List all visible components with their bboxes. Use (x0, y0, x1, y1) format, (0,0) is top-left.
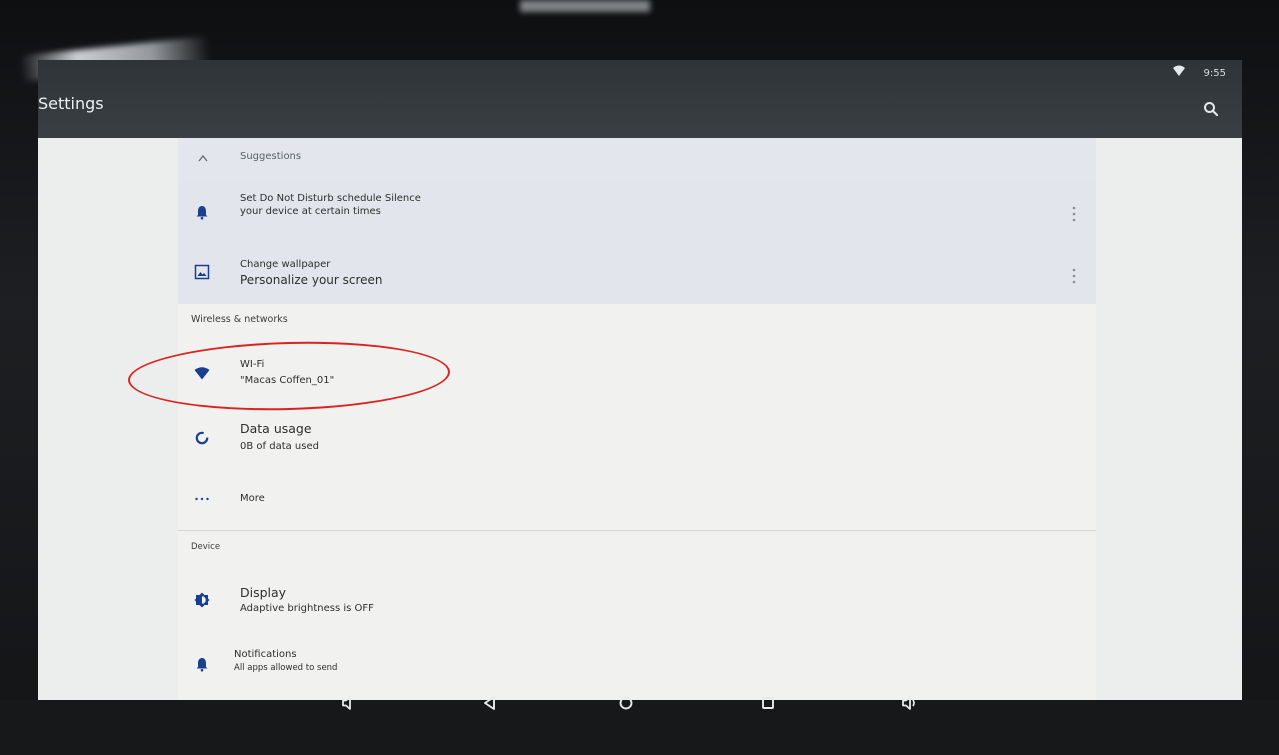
section-divider (178, 530, 1096, 531)
app-bar: 9:55 Settings (38, 60, 1242, 138)
search-icon[interactable] (1202, 100, 1220, 118)
overflow-menu-icon[interactable] (1072, 268, 1076, 284)
suggestion-wallpaper-title: Change wallpaper (240, 259, 331, 270)
screen-glare-top (520, 0, 650, 12)
suggestions-card: Set Do Not Disturb schedule Silence your… (178, 182, 1096, 304)
section-wireless-networks: Wireless & networks (191, 314, 288, 325)
setting-display-subtitle: Adaptive brightness is OFF (240, 603, 374, 614)
page-title: Settings (38, 94, 104, 113)
suggestion-wallpaper[interactable]: Change wallpaper Personalize your screen (178, 244, 1096, 304)
volume-down-icon[interactable] (339, 694, 357, 712)
chevron-up-icon (198, 154, 208, 162)
suggestion-dnd-line1: Set Do Not Disturb schedule Silence (240, 193, 421, 204)
setting-data-usage[interactable]: Data usage 0B of data used (178, 410, 1096, 466)
suggestions-label: Suggestions (240, 151, 302, 162)
bell-icon (196, 206, 208, 220)
setting-notifications-subtitle: All apps allowed to send (234, 663, 338, 673)
setting-display[interactable]: Display Adaptive brightness is OFF (178, 570, 1096, 628)
setting-data-usage-subtitle: 0B of data used (240, 441, 319, 452)
settings-content: Suggestions Set Do Not Disturb schedule … (38, 138, 1242, 700)
suggestion-dnd[interactable]: Set Do Not Disturb schedule Silence your… (178, 182, 1096, 244)
home-icon[interactable] (617, 694, 635, 712)
wallpaper-icon (194, 264, 210, 280)
brightness-icon (194, 592, 210, 608)
more-dots-icon (195, 497, 209, 501)
bell-icon (196, 658, 208, 672)
wifi-icon (1173, 65, 1185, 76)
suggestion-dnd-line2: your device at certain times (240, 206, 381, 217)
section-device: Device (191, 542, 221, 552)
suggestion-wallpaper-subtitle: Personalize your screen (240, 273, 383, 287)
suggestions-header[interactable]: Suggestions (178, 138, 1096, 182)
data-usage-icon (195, 431, 209, 445)
setting-display-title: Display (240, 585, 287, 600)
overflow-menu-icon[interactable] (1072, 206, 1076, 222)
back-icon[interactable] (481, 694, 499, 712)
status-time: 9:55 (1203, 68, 1226, 79)
setting-data-usage-title: Data usage (240, 421, 312, 436)
setting-notifications[interactable]: Notifications All apps allowed to send (178, 638, 1096, 688)
recents-icon[interactable] (759, 694, 777, 712)
setting-more[interactable]: More (178, 474, 1096, 524)
setting-more-title: More (240, 493, 265, 504)
volume-up-icon[interactable] (900, 694, 922, 712)
navigation-bar (0, 700, 1279, 755)
setting-notifications-title: Notifications (234, 649, 297, 660)
